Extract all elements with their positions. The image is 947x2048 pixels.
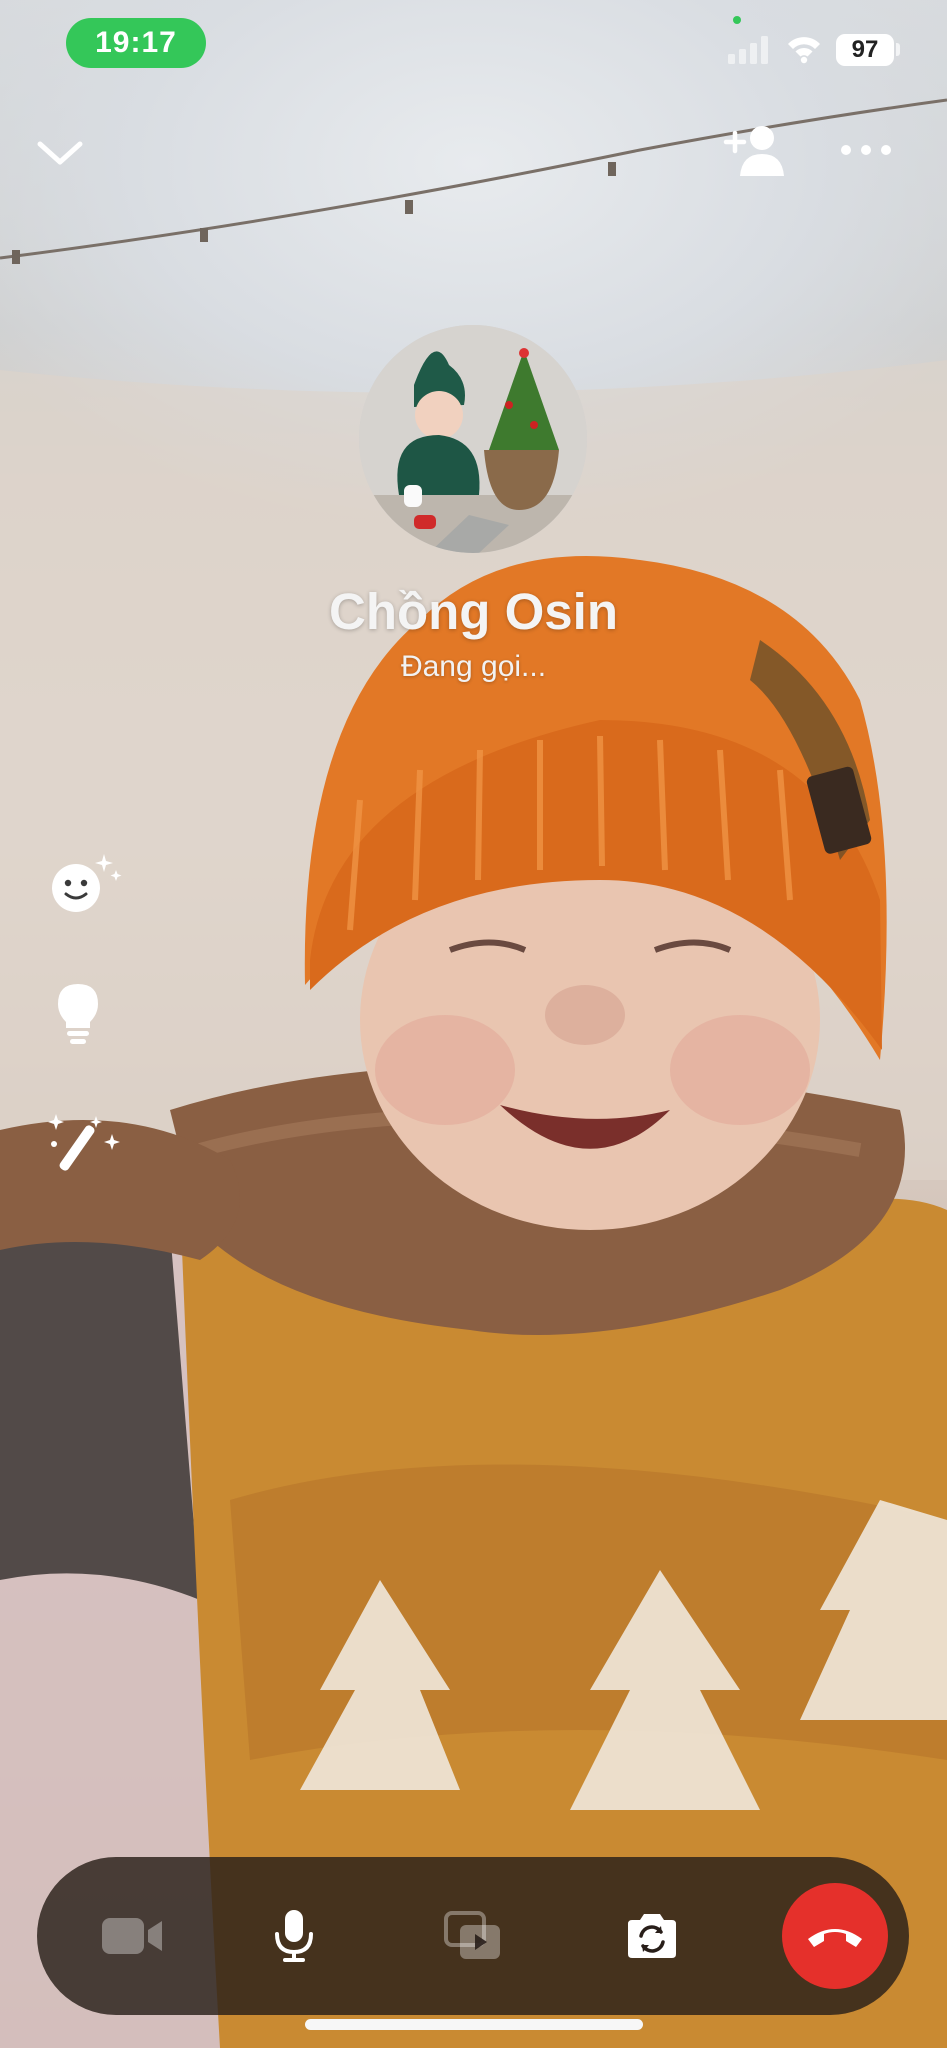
camera-in-use-indicator <box>733 16 741 24</box>
more-options-button[interactable] <box>836 128 896 172</box>
camera-preview <box>0 0 947 2048</box>
end-call-button[interactable] <box>782 1883 888 1989</box>
call-status: Đang gọi... <box>400 650 547 683</box>
video-toggle-button[interactable] <box>73 1857 193 2015</box>
chevron-down-icon <box>37 141 83 165</box>
share-screen-button[interactable] <box>413 1857 533 2015</box>
camera-preview-scene <box>0 98 947 2048</box>
camera-flip-icon <box>628 1914 676 1958</box>
minimize-call-button[interactable] <box>30 128 90 178</box>
end-call-icon <box>808 1929 862 1947</box>
avatar-photo <box>359 325 587 553</box>
add-participant-button[interactable] <box>722 122 790 178</box>
home-indicator[interactable] <box>305 2019 643 2030</box>
caller-name: Chồng Osin <box>329 583 618 640</box>
call-control-bar <box>37 1857 909 2015</box>
flip-camera-button[interactable] <box>592 1857 712 2015</box>
add-person-icon <box>723 126 784 176</box>
lighting-button[interactable] <box>46 980 122 1050</box>
status-time[interactable]: 19:17 <box>66 18 206 68</box>
more-icon <box>841 145 891 155</box>
share-screen-icon <box>444 1911 500 1959</box>
lightbulb-icon <box>58 984 98 1044</box>
effects-button[interactable] <box>46 848 122 918</box>
wifi-icon <box>788 37 820 64</box>
video-camera-icon <box>102 1918 162 1954</box>
signal-icon <box>728 36 768 64</box>
status-bar: 19:17 97 <box>0 0 947 90</box>
call-screen: 19:17 97 Chồng Osin Đang gọi... <box>0 0 947 2048</box>
battery-icon: 97 <box>836 34 894 66</box>
microphone-icon <box>275 1910 313 1962</box>
face-effects-icon <box>52 854 122 912</box>
battery-nub <box>896 43 900 56</box>
magic-effects-button[interactable] <box>46 1110 122 1180</box>
caller-avatar <box>359 325 587 553</box>
magic-wand-icon <box>48 1114 120 1171</box>
mute-button[interactable] <box>234 1857 354 2015</box>
